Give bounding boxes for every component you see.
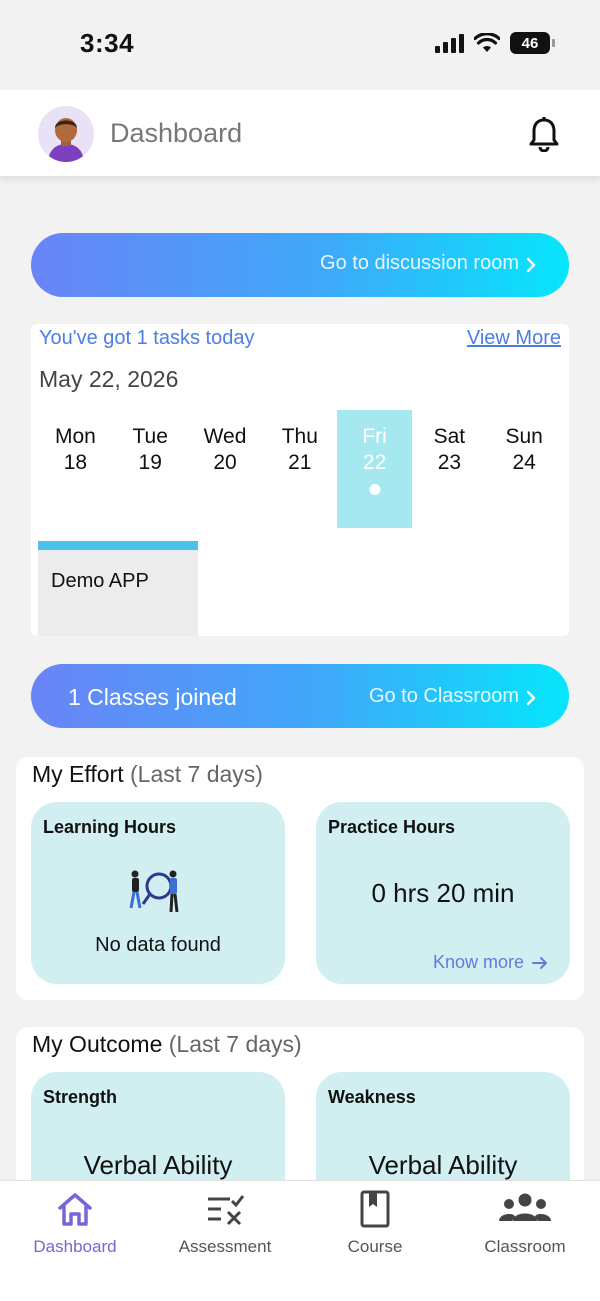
day-name: Thu <box>281 425 318 448</box>
book-icon <box>360 1190 390 1228</box>
practice-hours-value: 0 hrs 20 min <box>371 878 515 908</box>
bottom-nav: Dashboard Assessment Course Classroom <box>0 1180 600 1301</box>
signal-icon <box>435 33 464 53</box>
day-sun[interactable]: Sun 24 <box>487 410 562 528</box>
discussion-room-button[interactable]: Go to discussion room <box>31 233 569 297</box>
effort-period: (Last 7 days) <box>130 761 263 787</box>
day-number: 20 <box>213 451 237 474</box>
day-number: 23 <box>437 451 462 474</box>
no-data-illustration-icon <box>129 870 179 913</box>
outcome-title: My Outcome (Last 7 days) <box>32 1031 302 1058</box>
day-sat[interactable]: Sat 23 <box>412 410 487 528</box>
bell-icon[interactable] <box>526 116 562 152</box>
strength-value: Verbal Ability <box>83 1150 233 1180</box>
current-date: May 22, 2026 <box>39 366 179 392</box>
task-dot-indicator <box>369 484 381 495</box>
group-icon <box>499 1193 551 1221</box>
classes-joined-count: 1 Classes joined <box>68 684 237 710</box>
day-name: Tue <box>132 425 168 448</box>
nav-classroom[interactable]: Classroom <box>450 1181 600 1301</box>
task-event-title: Demo APP <box>51 570 149 592</box>
day-name: Sun <box>505 425 543 448</box>
app-header: Dashboard <box>0 90 600 178</box>
classroom-button[interactable]: 1 Classes joined Go to Classroom <box>31 664 569 728</box>
day-tue[interactable]: Tue 19 <box>113 410 188 528</box>
page-title: Dashboard <box>110 118 243 148</box>
day-number: 22 <box>362 451 387 474</box>
weakness-title: Weakness <box>328 1087 416 1107</box>
practice-hours-title: Practice Hours <box>328 817 456 837</box>
learning-hours-card[interactable]: Learning Hours No data found <box>31 802 285 984</box>
day-mon[interactable]: Mon 18 <box>38 410 113 528</box>
know-more-label: Know more <box>432 952 524 972</box>
nav-label: Dashboard <box>33 1237 117 1256</box>
effort-panel: My Effort (Last 7 days) Learning Hours N… <box>16 757 584 1000</box>
discussion-room-label: Go to discussion room <box>320 252 519 274</box>
day-wed[interactable]: Wed 20 <box>188 410 263 528</box>
effort-title-text: My Effort <box>32 761 124 787</box>
assessment-icon <box>208 1195 245 1226</box>
arrow-right-icon <box>532 956 547 969</box>
view-more-link[interactable]: View More <box>467 327 561 350</box>
chevron-right-icon <box>526 257 536 273</box>
chevron-right-icon <box>526 690 536 706</box>
no-data-text: No data found <box>95 934 221 956</box>
day-name: Sat <box>433 425 466 448</box>
strength-title: Strength <box>43 1087 117 1107</box>
battery-icon: 46 <box>510 32 555 54</box>
nav-label: Assessment <box>178 1237 272 1256</box>
weakness-value: Verbal Ability <box>368 1150 518 1180</box>
day-thu[interactable]: Thu 21 <box>262 410 337 528</box>
status-time: 3:34 <box>80 28 135 58</box>
learning-hours-title: Learning Hours <box>43 817 177 837</box>
practice-hours-card[interactable]: Practice Hours 0 hrs 20 min Know more <box>316 802 570 984</box>
know-more-link[interactable]: Know more <box>433 952 548 973</box>
day-number: 21 <box>288 451 312 474</box>
outcome-title-text: My Outcome <box>32 1031 163 1057</box>
tasks-card: You've got 1 tasks today View More May 2… <box>31 324 569 636</box>
day-name: Mon <box>54 425 96 448</box>
nav-label: Course <box>347 1237 403 1256</box>
week-strip: Mon 18 Tue 19 Wed 20 Thu 21 Fri 22 Sat 23 Sun 2… <box>38 410 562 528</box>
tasks-summary: You've got 1 tasks today <box>39 327 255 349</box>
day-name: Fri <box>362 425 387 448</box>
day-name: Wed <box>203 425 247 448</box>
nav-dashboard[interactable]: Dashboard <box>0 1181 150 1301</box>
day-number: 24 <box>512 451 536 474</box>
nav-label: Classroom <box>484 1237 566 1256</box>
status-bar: 3:34 46 <box>0 0 600 90</box>
task-event[interactable]: Demo APP <box>38 541 198 636</box>
wifi-icon <box>474 33 500 52</box>
effort-title: My Effort (Last 7 days) <box>32 761 263 788</box>
status-icons: 46 <box>435 32 555 54</box>
day-fri-selected[interactable]: Fri 22 <box>337 410 412 528</box>
day-number: 18 <box>63 451 88 474</box>
outcome-period: (Last 7 days) <box>168 1031 302 1057</box>
home-icon <box>58 1193 92 1226</box>
go-to-classroom-label: Go to Classroom <box>368 685 519 707</box>
day-number: 19 <box>138 451 162 474</box>
nav-assessment[interactable]: Assessment <box>150 1181 300 1301</box>
nav-course[interactable]: Course <box>300 1181 450 1301</box>
user-avatar-icon[interactable] <box>38 106 94 162</box>
